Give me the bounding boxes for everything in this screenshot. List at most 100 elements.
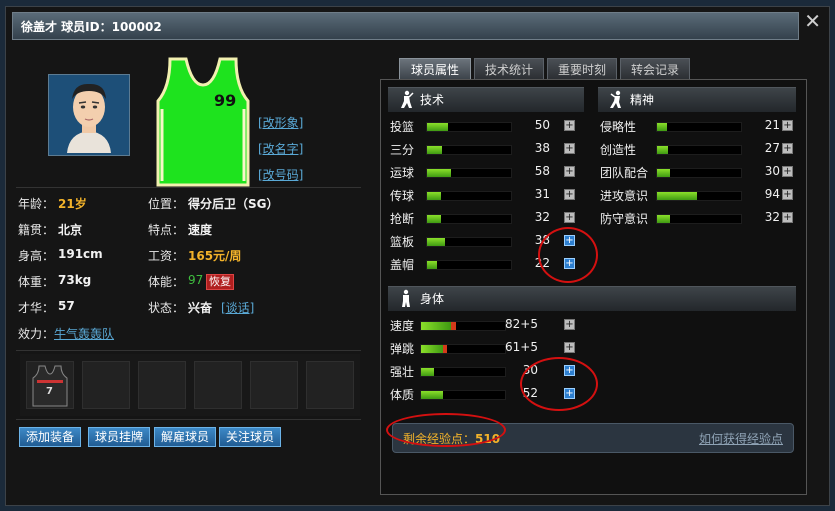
jersey-item-icon — [32, 365, 68, 407]
spirit-section-header: 精神 — [598, 87, 796, 112]
stat-row: 运球 58 + — [390, 164, 590, 182]
stat-label: 体质 — [390, 388, 415, 402]
follow-player-button[interactable]: 关注球员 — [219, 427, 282, 447]
plus-icon[interactable]: + — [782, 189, 793, 200]
stat-value: 27 — [764, 141, 780, 155]
list-player-button[interactable]: 球员挂牌 — [88, 427, 151, 447]
tab-key-moments[interactable]: 重要时刻 — [547, 58, 617, 80]
salary-value: 165元/周 — [188, 249, 242, 263]
stat-bar-fill — [421, 391, 443, 399]
stat-bar — [420, 344, 506, 354]
stat-bar-fill — [657, 123, 668, 131]
stat-bar — [426, 145, 512, 155]
stat-bar — [426, 191, 512, 201]
plus-icon[interactable]: + — [564, 258, 575, 269]
add-equipment-button[interactable]: 添加装备 — [19, 427, 82, 447]
edit-name-link[interactable]: [改名字] — [258, 140, 303, 157]
stat-bar — [420, 390, 506, 400]
stat-row: 抢断 32 + — [390, 210, 590, 228]
equipment-slot[interactable] — [82, 361, 130, 409]
equipment-slot[interactable]: 7 — [26, 361, 74, 409]
origin-label: 籍贯： — [18, 223, 55, 237]
stat-row: 进攻意识 94 + — [600, 187, 800, 205]
player-silhouette-icon — [610, 90, 621, 108]
close-icon[interactable]: ✕ — [804, 9, 821, 33]
stat-bar — [426, 237, 512, 247]
stat-value: 38 — [534, 233, 550, 247]
stat-row: 传球 31 + — [390, 187, 590, 205]
stat-value: 94 — [764, 187, 780, 201]
stat-row: 速度 82+5 + — [390, 317, 590, 335]
position-label: 位置： — [148, 197, 185, 211]
stat-bar — [420, 367, 506, 377]
plus-icon[interactable]: + — [782, 212, 793, 223]
stat-label: 投篮 — [390, 120, 415, 134]
plus-icon[interactable]: + — [564, 319, 575, 330]
stat-value: 50 — [534, 118, 550, 132]
salary-label: 工资： — [148, 249, 185, 263]
plus-icon[interactable]: + — [564, 166, 575, 177]
player-silhouette-icon — [401, 90, 414, 108]
stat-value: 58 — [534, 164, 550, 178]
plus-icon[interactable]: + — [782, 143, 793, 154]
stat-label: 三分 — [390, 143, 415, 157]
stat-row: 强壮 30 + — [390, 363, 590, 381]
plus-icon[interactable]: + — [564, 365, 575, 376]
tab-attributes[interactable]: 球员属性 — [399, 58, 471, 80]
stat-bar-fill — [427, 146, 443, 154]
tab-transfer-history[interactable]: 转会记录 — [620, 58, 690, 80]
jersey-number: 99 — [214, 91, 237, 110]
equipment-slot[interactable] — [138, 361, 186, 409]
stat-bar — [656, 168, 742, 178]
body-section-header: 身体 — [388, 286, 796, 311]
stamina-label: 体能： — [148, 275, 185, 289]
stat-value: 32 — [534, 210, 550, 224]
equipment-slot[interactable] — [250, 361, 298, 409]
window-title: 徐盖才 球员ID：100002 — [12, 12, 799, 40]
stat-value: 22 — [534, 256, 550, 270]
stat-bar — [656, 122, 742, 132]
plus-icon[interactable]: + — [782, 166, 793, 177]
plus-icon[interactable]: + — [564, 235, 575, 246]
stat-bar — [426, 122, 512, 132]
divider — [16, 350, 361, 351]
jersey-image: 99 — [156, 57, 250, 187]
plus-icon[interactable]: + — [564, 143, 575, 154]
stat-label: 强壮 — [390, 365, 415, 379]
plus-icon[interactable]: + — [564, 120, 575, 131]
team-link[interactable]: 牛气轰轰队 — [54, 325, 114, 342]
tab-tech-stats[interactable]: 技术统计 — [474, 58, 544, 80]
edit-number-link[interactable]: [改号码] — [258, 166, 303, 183]
spirit-section-title: 精神 — [630, 93, 655, 107]
plus-icon[interactable]: + — [564, 189, 575, 200]
stat-bar — [426, 260, 512, 270]
player-avatar — [48, 74, 130, 156]
equipment-slot[interactable] — [194, 361, 242, 409]
plus-icon[interactable]: + — [564, 388, 575, 399]
plus-icon[interactable]: + — [564, 212, 575, 223]
plus-icon[interactable]: + — [782, 120, 793, 131]
stat-row: 团队配合 30 + — [600, 164, 800, 182]
stat-row: 侵略性 21 + — [600, 118, 800, 136]
stat-value: 52 — [522, 386, 538, 400]
stat-bar-fill — [657, 192, 698, 200]
equipment-slot[interactable] — [306, 361, 354, 409]
fire-player-button[interactable]: 解雇球员 — [154, 427, 217, 447]
player-silhouette-icon — [402, 289, 410, 307]
stat-row: 防守意识 32 + — [600, 210, 800, 228]
stat-label: 传球 — [390, 189, 415, 203]
stat-label: 运球 — [390, 166, 415, 180]
restore-button[interactable]: 恢复 — [206, 274, 234, 290]
stat-value: 30 — [522, 363, 538, 377]
edit-appearance-link[interactable]: [改形象] — [258, 114, 303, 131]
experience-value: 510 — [475, 432, 501, 446]
stat-value: 30 — [764, 164, 780, 178]
stat-bar-fill — [427, 192, 442, 200]
stat-label: 防守意识 — [600, 212, 649, 226]
stat-row: 篮板 38 + — [390, 233, 590, 251]
stat-row: 体质 52 + — [390, 386, 590, 404]
stat-bar-fill — [657, 146, 668, 154]
how-to-get-exp-link[interactable]: 如何获得经验点 — [699, 430, 783, 447]
talk-link[interactable]: [谈话] — [221, 299, 254, 316]
plus-icon[interactable]: + — [564, 342, 575, 353]
